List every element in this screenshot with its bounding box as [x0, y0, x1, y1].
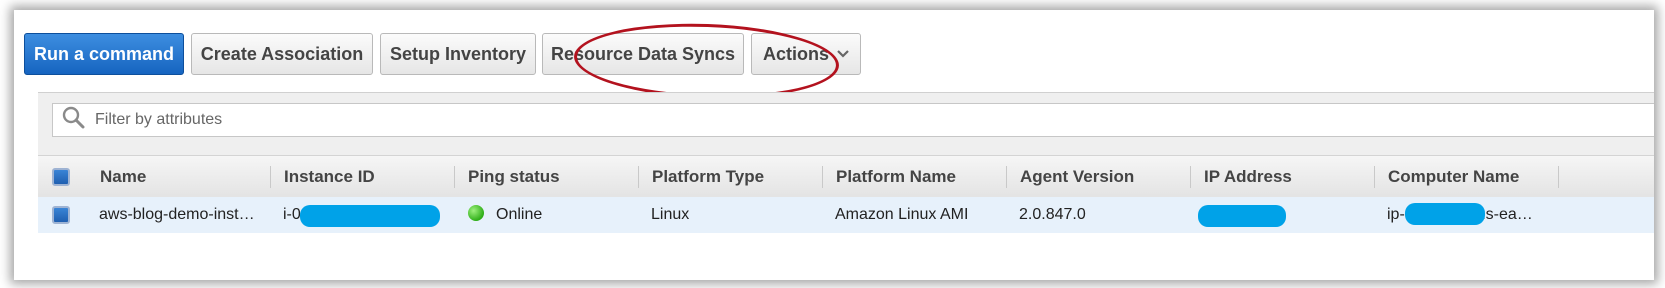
chevron-down-icon — [837, 46, 849, 61]
column-header-extra — [1558, 156, 1598, 198]
cell-ping-status: Online — [454, 197, 634, 233]
column-header-instance-id[interactable]: Instance ID — [270, 156, 454, 198]
column-header-platform-type[interactable]: Platform Type — [638, 156, 822, 198]
resource-data-syncs-button[interactable]: Resource Data Syncs — [542, 33, 744, 75]
cell-platform-name: Amazon Linux AMI — [835, 206, 969, 223]
create-association-button[interactable]: Create Association — [191, 33, 373, 75]
search-icon — [53, 105, 87, 136]
setup-inventory-button[interactable]: Setup Inventory — [380, 33, 536, 75]
table-empty-area — [38, 233, 1654, 280]
row-checkbox[interactable] — [52, 206, 70, 224]
column-header-computer-name[interactable]: Computer Name — [1374, 156, 1558, 198]
cell-platform-type: Linux — [651, 206, 690, 223]
cell-agent-version: 2.0.847.0 — [1019, 206, 1086, 223]
column-header-ping-status[interactable]: Ping status — [454, 156, 638, 198]
filter-bar[interactable] — [52, 103, 1654, 137]
column-header-name[interactable]: Name — [86, 156, 270, 198]
resource-data-syncs-label: Resource Data Syncs — [550, 43, 736, 64]
create-association-label: Create Association — [200, 43, 364, 64]
app-frame: Run a command Create Association Setup I… — [14, 10, 1654, 280]
setup-inventory-label: Setup Inventory — [389, 43, 527, 64]
cell-name: aws-blog-demo-inst… — [99, 206, 255, 223]
table-row[interactable]: aws-blog-demo-inst… i-0 Online Linux Ama… — [38, 197, 1654, 234]
column-header-ip-address[interactable]: IP Address — [1190, 156, 1374, 198]
select-all-checkbox[interactable] — [52, 168, 70, 186]
table-header: Name Instance ID Ping status Platform Ty… — [38, 155, 1654, 199]
redacted-instance-id — [300, 205, 440, 227]
run-command-button[interactable]: Run a command — [24, 33, 184, 75]
actions-label: Actions — [762, 43, 829, 64]
actions-dropdown-button[interactable]: Actions — [751, 33, 861, 75]
run-command-label: Run a command — [33, 43, 175, 64]
redacted-computer-name — [1405, 203, 1485, 225]
instances-panel: Name Instance ID Ping status Platform Ty… — [38, 92, 1654, 280]
filter-input[interactable] — [93, 110, 997, 130]
status-online-icon — [468, 204, 484, 221]
redacted-ip-address — [1198, 205, 1286, 227]
column-header-agent-version[interactable]: Agent Version — [1006, 156, 1190, 198]
column-header-platform-name[interactable]: Platform Name — [822, 156, 1006, 198]
